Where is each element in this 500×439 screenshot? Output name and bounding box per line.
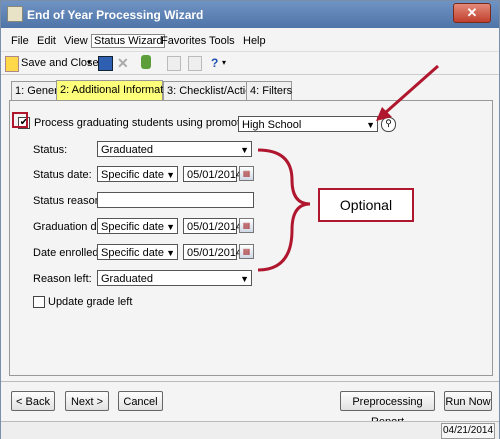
status-date-type-value: Specific date [101, 169, 164, 181]
cancel-button[interactable]: Cancel [118, 391, 163, 411]
chevron-down-icon: ▼ [166, 170, 175, 180]
optional-callout: Optional [318, 188, 414, 222]
status-reason-field[interactable] [97, 192, 254, 208]
update-grade-left-checkbox[interactable] [33, 296, 45, 308]
process-graduating-checkbox[interactable]: ✔ [18, 117, 30, 129]
tab-filters[interactable]: 4: Filters [246, 81, 292, 100]
additional-information-panel: ✔ Process graduating students using prom… [9, 100, 493, 376]
reason-left-value: Graduated [101, 273, 153, 285]
wizard-button-bar: < Back Next > Cancel Preprocessing Repor… [1, 381, 499, 428]
date-enrolled-to-field[interactable]: 05/01/2014 [183, 244, 242, 260]
status-date-type-select[interactable]: Specific date ▼ [97, 166, 178, 182]
close-button[interactable]: ✕ [453, 3, 491, 23]
toolbar: Save and Close ▾ ✕ ? ▾ [1, 51, 499, 75]
delete-icon[interactable]: ✕ [117, 55, 129, 71]
promotion-schedule-select[interactable]: High School ▼ [238, 116, 378, 132]
status-bar-date: 04/21/2014 [441, 423, 495, 439]
save-close-icon [5, 56, 19, 72]
back-button[interactable]: < Back [11, 391, 55, 411]
menu-edit[interactable]: Edit [37, 35, 56, 47]
date-enrolled-to-type-select[interactable]: Specific date ▼ [97, 244, 178, 260]
search-icon[interactable]: ⚲ [381, 117, 396, 132]
preprocessing-report-button[interactable]: Preprocessing Report [340, 391, 435, 428]
calendar-icon[interactable]: ▦ [239, 166, 254, 181]
calendar-icon[interactable]: ▦ [239, 244, 254, 259]
menu-status-wizard[interactable]: Status Wizard [91, 34, 166, 48]
next-button[interactable]: Next > [65, 391, 109, 411]
chevron-down-icon: ▼ [166, 248, 175, 258]
reason-left-select[interactable]: Graduated ▼ [97, 270, 252, 286]
menu-tools[interactable]: Tools [209, 35, 235, 47]
status-date-label: Status date: [33, 169, 92, 181]
menu-help[interactable]: Help [243, 35, 266, 47]
tab-additional-information[interactable]: 2: Additional Information [56, 80, 178, 101]
chevron-down-icon: ▼ [166, 222, 175, 232]
menu-favorites[interactable]: Favorites [161, 35, 206, 47]
graduation-date-type-value: Specific date [101, 221, 164, 233]
chevron-down-icon: ▼ [240, 274, 249, 284]
print-icon[interactable] [167, 56, 181, 71]
menu-view[interactable]: View [64, 35, 88, 47]
dropdown-arrow-icon[interactable]: ▾ [87, 55, 91, 71]
reason-left-label: Reason left: [33, 273, 92, 285]
chevron-down-icon: ▼ [366, 120, 375, 130]
status-label: Status: [33, 144, 68, 156]
menu-bar: File Edit View Status Wizard Favorites T… [1, 32, 499, 50]
save-icon[interactable] [98, 56, 113, 71]
graduation-date-field[interactable]: 05/01/2014 [183, 218, 242, 234]
wizard-window: End of Year Processing Wizard ✕ File Edi… [0, 0, 500, 439]
tab-general[interactable]: 1: General [11, 81, 66, 100]
status-reason-label: Status reason: [33, 195, 104, 207]
properties-icon[interactable] [188, 56, 202, 71]
chevron-down-icon: ▼ [240, 145, 249, 155]
update-grade-left-label: Update grade left [48, 296, 133, 308]
title-bar: End of Year Processing Wizard ✕ [1, 1, 499, 28]
tab-checklist-action[interactable]: 3: Checklist/Action [163, 81, 257, 100]
promotion-schedule-value: High School [242, 119, 302, 131]
status-select[interactable]: Graduated ▼ [97, 141, 252, 157]
menu-file[interactable]: File [11, 35, 29, 47]
status-bar: 04/21/2014 [1, 421, 499, 439]
status-value: Graduated [101, 144, 153, 156]
app-icon [7, 6, 23, 22]
date-enrolled-to-type-value: Specific date [101, 247, 164, 259]
help-dropdown-icon[interactable]: ▾ [222, 55, 226, 71]
window-title: End of Year Processing Wizard [27, 8, 204, 22]
run-now-button[interactable]: Run Now [444, 391, 492, 411]
calendar-icon[interactable]: ▦ [239, 218, 254, 233]
graduation-date-type-select[interactable]: Specific date ▼ [97, 218, 178, 234]
help-icon[interactable]: ? [211, 55, 218, 71]
run-icon[interactable] [141, 55, 151, 69]
status-date-field[interactable]: 05/01/2014 [183, 166, 242, 182]
